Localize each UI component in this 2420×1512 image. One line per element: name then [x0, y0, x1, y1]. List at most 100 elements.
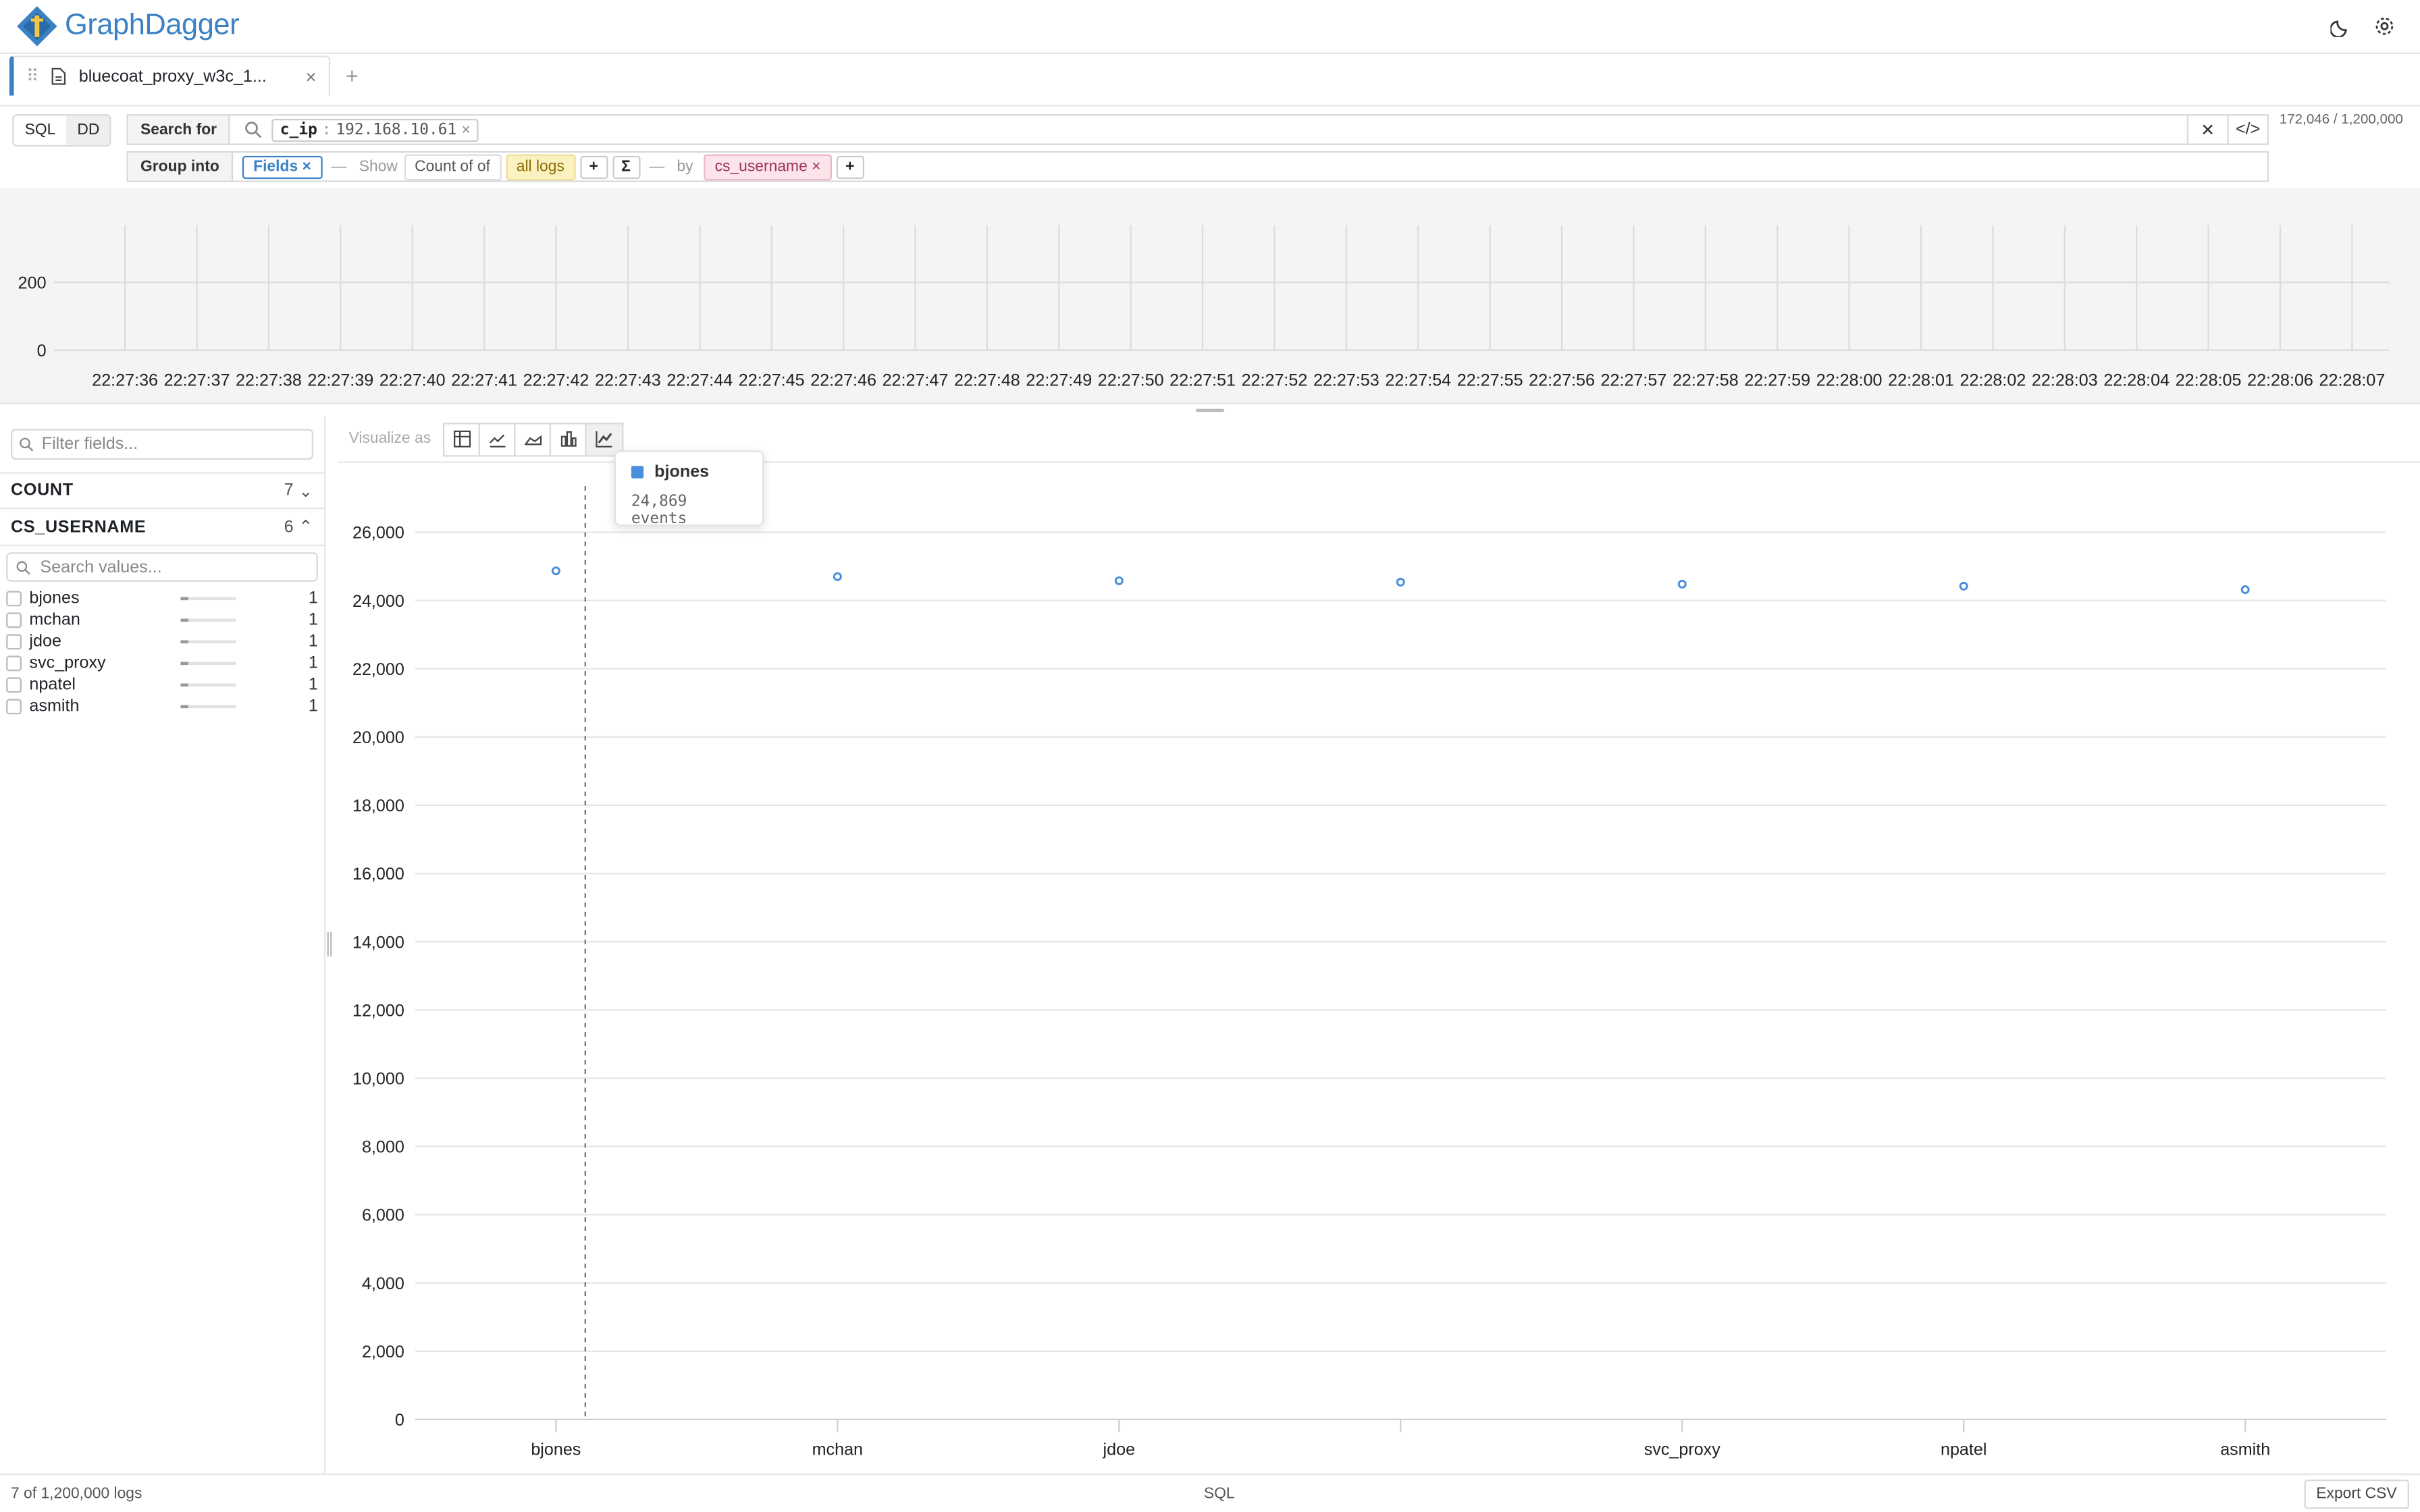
y-tick-label: 0 [395, 1411, 404, 1430]
x-tick-label: asmith [2220, 1440, 2270, 1459]
scatter-point[interactable] [551, 566, 560, 576]
y-tick-label: 4,000 [362, 1274, 404, 1293]
gear-icon[interactable] [2373, 16, 2395, 37]
horizontal-resize-handle[interactable] [327, 932, 332, 957]
log-count-status: 7 of 1,200,000 logs [10, 1484, 142, 1503]
mode-sql-button[interactable]: SQL [14, 115, 67, 144]
value-count: 1 [308, 611, 318, 630]
clear-search-button[interactable]: ✕ [2186, 115, 2227, 144]
value-row[interactable]: npatel 1 [0, 674, 324, 696]
value-checkbox[interactable] [6, 612, 22, 628]
value-count: 1 [308, 589, 318, 608]
top-bar: GraphDagger [0, 0, 2420, 54]
histogram-x-tick: 22:27:42 [523, 371, 589, 389]
scatter-point[interactable] [1677, 579, 1687, 589]
scatter-point[interactable] [2240, 585, 2250, 595]
value-bar [180, 705, 236, 709]
x-tick-label: jdoe [1103, 1440, 1136, 1459]
search-icon [246, 122, 263, 138]
histogram-x-tick: 22:27:57 [1601, 371, 1667, 389]
add-aggregation-button[interactable]: + [579, 155, 608, 178]
histogram-y-tick: 200 [18, 273, 47, 292]
area-chart-icon[interactable] [516, 423, 552, 455]
tab-label: bluecoat_proxy_w3c_1... [78, 67, 267, 86]
y-tick-label: 26,000 [352, 524, 404, 543]
app-root: GraphDagger ⠿ bluecoat_proxy_w3c_1... × … [0, 0, 2420, 1512]
sigma-button[interactable]: Σ [612, 155, 640, 178]
value-row[interactable]: mchan 1 [0, 610, 324, 631]
histogram-y-tick: 0 [37, 342, 47, 360]
value-bar [180, 618, 236, 622]
by-field-chip[interactable]: cs_username × [704, 153, 832, 180]
filter-key: c_ip [280, 121, 317, 138]
value-row[interactable]: asmith 1 [0, 696, 324, 718]
drag-handle-icon[interactable]: ⠿ [26, 66, 38, 86]
value-list: bjones 1 mchan 1 jdoe 1 svc_proxy 1 npatel 1 asmit… [0, 588, 324, 718]
y-tick-label: 8,000 [362, 1138, 404, 1157]
value-row[interactable]: svc_proxy 1 [0, 653, 324, 674]
value-row[interactable]: jdoe 1 [0, 631, 324, 653]
search-values-input[interactable]: Search values... [6, 552, 318, 582]
field-count[interactable]: COUNT 7 ⌄ [0, 472, 324, 510]
mode-dd-button[interactable]: DD [66, 115, 111, 145]
moon-icon[interactable] [2330, 16, 2352, 37]
app-logo[interactable]: GraphDagger [16, 5, 240, 48]
value-name: bjones [29, 589, 80, 608]
scatter-point[interactable] [1959, 581, 1968, 591]
target-chip[interactable]: all logs [505, 153, 575, 180]
show-label: Show [359, 158, 398, 176]
remove-filter-icon[interactable]: × [461, 121, 471, 138]
histogram-x-tick: 22:27:48 [954, 371, 1020, 389]
table-view-icon[interactable] [445, 423, 481, 455]
field-cs-username[interactable]: CS_USERNAME 6 ⌃ [0, 509, 324, 547]
filter-fields-placeholder: Filter fields... [41, 435, 138, 454]
value-bar [180, 597, 236, 601]
value-bar [180, 640, 236, 644]
tab-dataset[interactable]: ⠿ bluecoat_proxy_w3c_1... × [9, 55, 331, 96]
tooltip-swatch [631, 466, 644, 479]
query-mode-status: SQL [1203, 1484, 1235, 1503]
scatter-point[interactable] [1114, 576, 1124, 585]
search-icon [20, 437, 34, 452]
tooltip-series-name: bjones [654, 462, 710, 482]
scatter-point[interactable] [1396, 577, 1405, 587]
y-tick-label: 12,000 [352, 1001, 404, 1020]
value-checkbox[interactable] [6, 634, 22, 650]
value-name: mchan [29, 611, 80, 630]
x-tick-label: mchan [812, 1440, 863, 1459]
add-groupby-button[interactable]: + [836, 155, 864, 178]
bar-chart-icon[interactable] [551, 423, 587, 455]
group-fields-chip[interactable]: Fields × [242, 155, 322, 178]
vertical-resize-handle[interactable] [1196, 408, 1224, 412]
line-chart-icon[interactable] [480, 423, 516, 455]
add-tab-button[interactable]: + [346, 63, 359, 88]
value-count: 1 [308, 676, 318, 695]
x-tick-label: svc_proxy [1644, 1440, 1721, 1459]
value-checkbox[interactable] [6, 655, 22, 672]
value-bar [180, 683, 236, 687]
histogram-x-tick: 22:28:07 [2319, 371, 2386, 389]
chart-tooltip: bjones 24,869 events [614, 450, 764, 528]
mode-toggle: SQL DD [12, 114, 112, 147]
field-count-value: 7 [284, 481, 294, 500]
scatter-chart-icon[interactable] [586, 423, 623, 455]
histogram-x-tick: 22:27:50 [1098, 371, 1164, 389]
histogram-x-tick: 22:27:59 [1744, 371, 1810, 389]
filter-fields-input[interactable]: Filter fields... [10, 429, 313, 460]
filter-chip[interactable]: c_ip : 192.168.10.61 × [272, 117, 479, 142]
code-view-button[interactable]: </> [2227, 115, 2267, 144]
value-checkbox[interactable] [6, 699, 22, 715]
aggregation-select[interactable]: Count of of [404, 153, 501, 180]
value-checkbox[interactable] [6, 677, 22, 693]
export-csv-button[interactable]: Export CSV [2303, 1478, 2409, 1509]
scatter-point[interactable] [833, 572, 842, 581]
tooltip-value: 24,869 events [631, 493, 687, 528]
value-row[interactable]: bjones 1 [0, 588, 324, 610]
logo-icon [17, 6, 57, 47]
histogram-x-tick: 22:27:47 [883, 371, 949, 389]
value-checkbox[interactable] [6, 591, 22, 607]
histogram-x-tick: 22:28:02 [1960, 371, 2026, 389]
x-tick-label: bjones [531, 1440, 581, 1459]
close-tab-icon[interactable]: × [306, 65, 317, 87]
value-name: asmith [29, 697, 80, 716]
